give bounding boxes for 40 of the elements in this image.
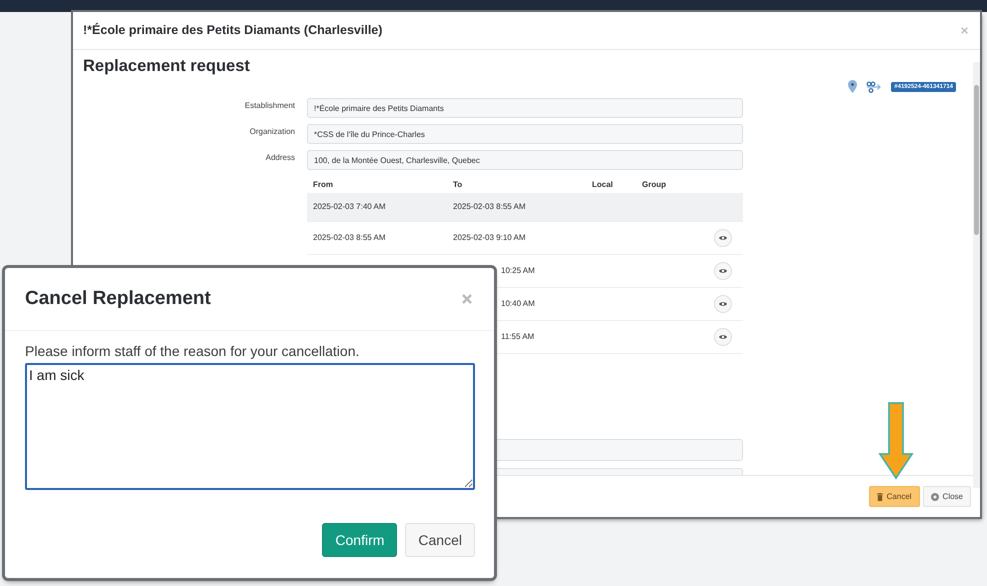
trash-icon [876,492,883,501]
view-button[interactable] [714,328,732,346]
table-cell-text: 10:25 AM [500,266,536,276]
view-button[interactable] [714,262,732,280]
field-label: Organization [248,126,295,138]
table-cell-text: 10:40 AM [500,299,536,308]
table-cell-text: 2025-02-03 8:55 AM [452,202,526,212]
table-cell-text: 11:55 AM [500,332,536,342]
cancel-button[interactable]: Cancel [405,523,475,557]
field-label: Address [264,152,295,164]
footer-button[interactable]: Cancel [868,486,920,508]
close-button[interactable] [959,24,970,36]
text-field[interactable]: !*École primaire des Petits Diamants [307,98,743,118]
reason-field[interactable]: I am sick [25,363,475,490]
view-button[interactable] [714,294,732,313]
footer-button[interactable]: Close [922,486,971,508]
close-button[interactable] [460,292,474,306]
window-title: !*École primaire des Petits Diamants (Charlesville) [83,23,382,38]
column-header: From [312,180,334,189]
eye-icon [718,300,726,307]
map-pin-icon [848,80,858,94]
close-circle-icon [930,492,939,501]
dialog-title: Cancel Replacement [25,288,211,310]
view-button[interactable] [714,228,732,247]
eye-icon [718,268,726,274]
prompt-text: Please inform staff of the reason for your cancellation. [25,342,360,360]
table-cell-text: 2025-02-03 7:40 AM [312,202,386,212]
text-field[interactable]: 100, de la Montée Ouest, Charlesville, Quebec [307,150,743,170]
table-cell-text: 2025-02-03 9:10 AM [452,233,526,242]
eye-icon [718,234,726,241]
section-heading: Replacement request [83,56,251,76]
text-field[interactable]: *CSS de l'île du Prince-Charles [307,124,743,144]
column-header: To [452,180,464,189]
field-label: Establishment [244,100,295,112]
column-header: Group [641,180,667,189]
table-cell-text: 2025-02-03 8:55 AM [312,233,386,242]
route-icon [866,80,882,93]
column-header: Local [591,180,614,189]
eye-icon [718,334,726,340]
scrollbar-thumb[interactable] [974,85,979,235]
